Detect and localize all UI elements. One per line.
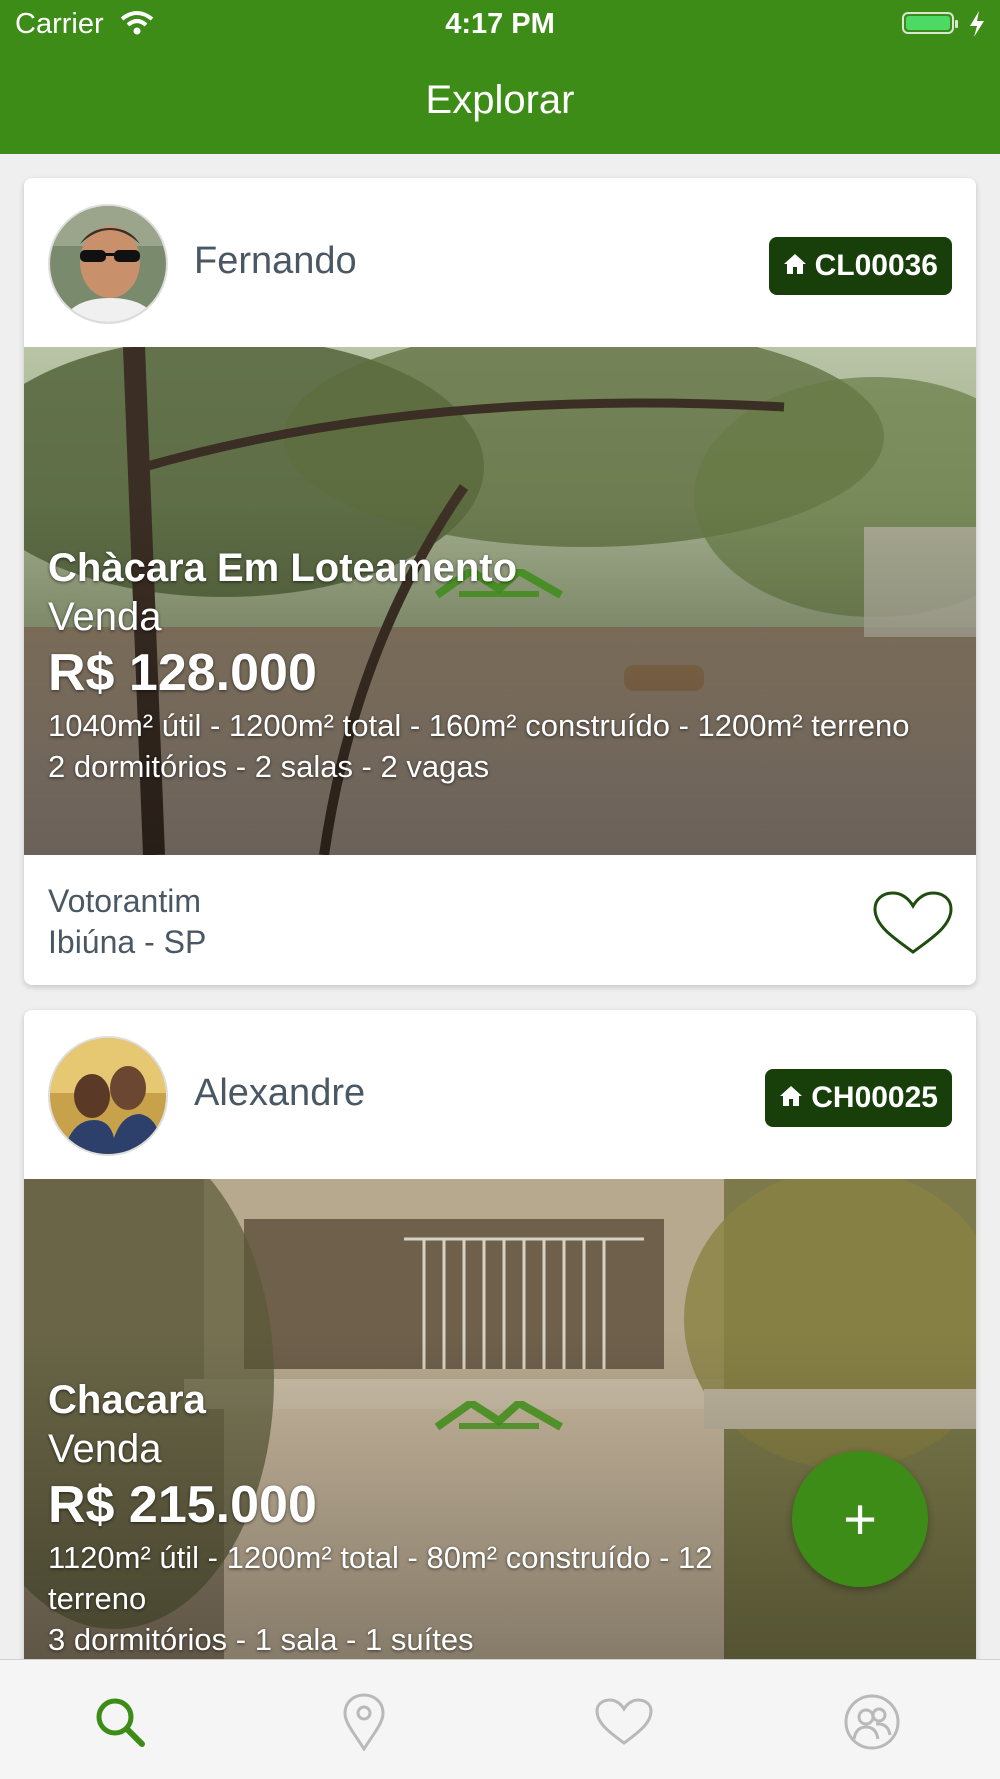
property-code: CH00025 [811,1081,938,1114]
listing-title: Chàcara Em Loteamento [48,546,518,590]
listing-title: Chacara [48,1378,206,1422]
location-pin-icon [343,1693,385,1751]
property-photo[interactable]: Chacara Venda R$ 215.000 1120m² útil - 1… [24,1179,976,1659]
tab-favorites[interactable] [592,1690,656,1754]
listing-location: Votorantim Ibiúna - SP [48,881,206,963]
property-photo[interactable]: Chàcara Em Loteamento Venda R$ 128.000 1… [24,347,976,855]
listing-rooms: 2 dormitórios - 2 salas - 2 vagas [48,749,490,784]
battery-icon [902,12,958,34]
listing-info: Chàcara Em Loteamento Venda R$ 128.000 1… [48,543,952,787]
listing-type: Venda [48,595,162,639]
listing-rooms: 3 dormitórios - 1 sala - 1 suítes [48,1622,474,1657]
agent-avatar[interactable] [48,1036,168,1156]
listing-feed[interactable]: Fernando CL00036 Chàcara Em Loteamento V… [0,154,1000,1659]
property-code: CL00036 [814,249,938,282]
agent-name[interactable]: Fernando [194,240,357,283]
listing-city: Ibiúna - SP [48,924,207,960]
card-footer: Votorantim Ibiúna - SP [24,855,976,985]
listing-areas: 1040m² útil - 1200m² total - 160m² const… [48,708,910,743]
tab-map[interactable] [332,1690,396,1754]
home-icon [783,249,807,283]
card-header: Alexandre CH00025 [24,1010,976,1179]
listing-price: R$ 128.000 [48,644,317,702]
favorite-button[interactable] [872,891,954,960]
contacts-icon [844,1694,900,1750]
page-title: Explorar [425,78,575,122]
agent-avatar[interactable] [48,204,168,324]
listing-areas-line2: terreno [48,1581,147,1616]
tab-contacts[interactable] [840,1690,904,1754]
card-header: Fernando CL00036 [24,178,976,347]
property-code-badge[interactable]: CL00036 [768,237,952,295]
heart-outline-icon [873,891,953,954]
listing-neighborhood: Votorantim [48,883,201,919]
search-icon [96,1698,145,1747]
home-icon [779,1081,803,1115]
property-code-badge[interactable]: CH00025 [765,1069,952,1127]
add-listing-button[interactable]: + [792,1451,928,1587]
agent-name[interactable]: Alexandre [194,1072,365,1115]
charging-icon [968,10,986,46]
tab-explore[interactable] [88,1690,152,1754]
listing-card[interactable]: Fernando CL00036 Chàcara Em Loteamento V… [24,178,976,985]
heart-icon [595,1698,653,1745]
navigation-bar: Explorar [0,50,1000,154]
status-bar: Carrier 4:17 PM [0,0,1000,50]
tab-bar [0,1659,1000,1779]
clock: 4:17 PM [445,8,555,40]
